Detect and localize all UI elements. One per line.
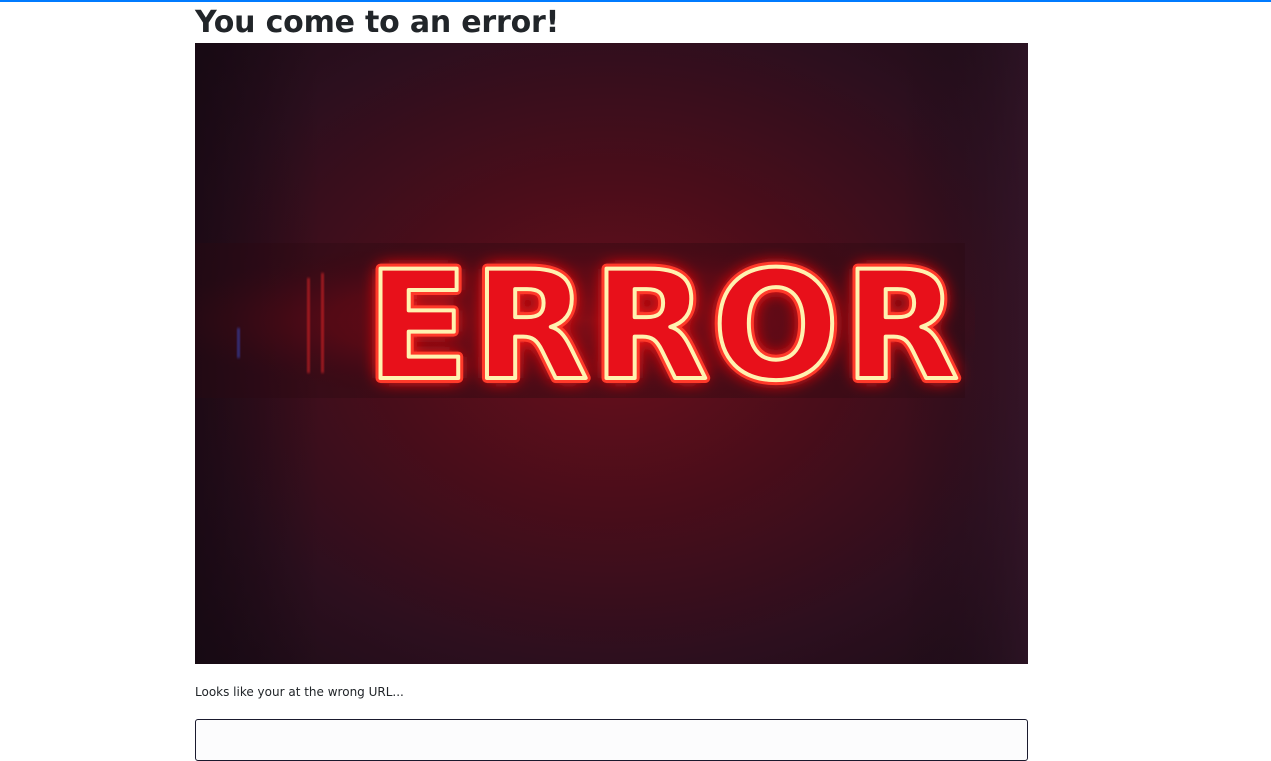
error-hero-image: ERROR ERROR ERROR [195, 43, 1028, 664]
sign-tube-core: ERROR [367, 240, 964, 414]
bottom-panel [195, 719, 1028, 761]
error-description: Looks like your at the wrong URL... [195, 685, 404, 699]
page-title: You come to an error! [195, 5, 560, 40]
main-container: You come to an error! ERROR ERROR ERROR … [195, 0, 1028, 761]
